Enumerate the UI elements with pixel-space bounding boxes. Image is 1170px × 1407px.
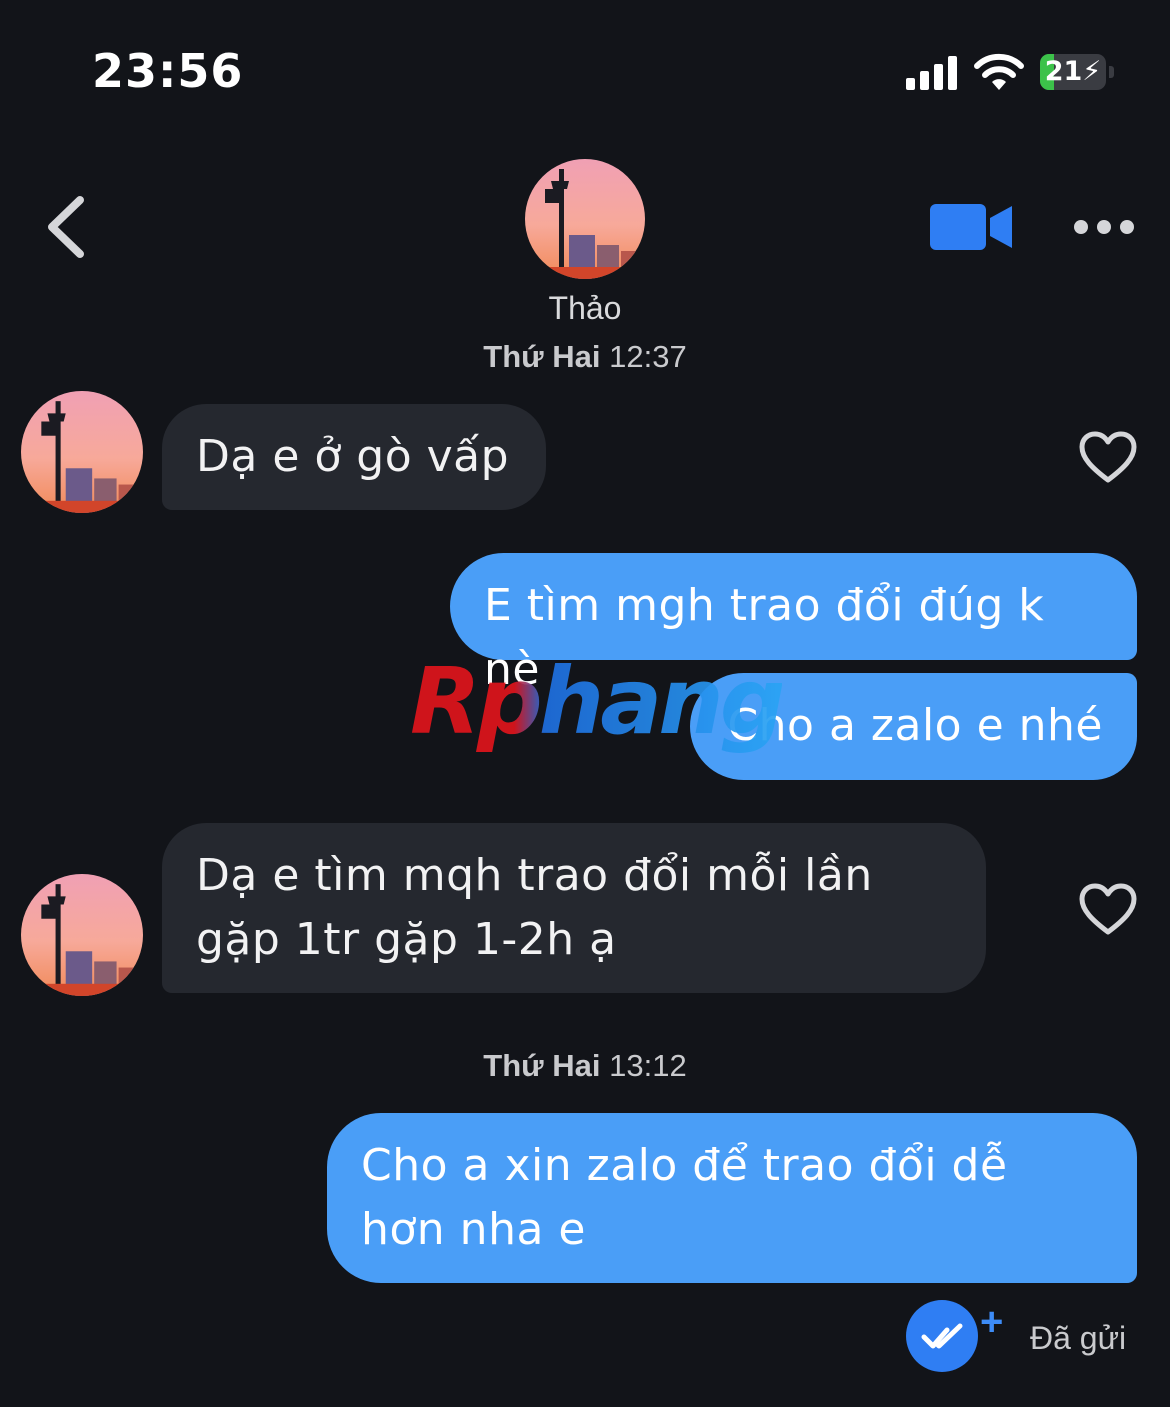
sent-status-label: Đã gửi xyxy=(1030,1320,1127,1356)
signal-icon xyxy=(906,56,957,90)
avatar-image xyxy=(21,874,143,996)
wifi-icon xyxy=(974,53,1024,90)
status-time: 23:56 xyxy=(92,44,244,98)
battery-nub xyxy=(1109,66,1114,78)
heart-react-icon[interactable] xyxy=(1078,430,1138,484)
plus-icon[interactable]: + xyxy=(980,1302,1003,1342)
avatar-image xyxy=(525,159,645,279)
battery-charging-icon: 21⚡ xyxy=(1040,54,1106,90)
sender-avatar[interactable] xyxy=(21,874,143,996)
message-bubble-outgoing[interactable]: E tìm mgh trao đổi đúg k nè xyxy=(450,553,1137,695)
timestamp-2: Thứ Hai 13:12 xyxy=(483,1048,687,1083)
watermark-logo: Rphang xyxy=(410,648,786,755)
contact-avatar[interactable] xyxy=(525,159,645,279)
heart-react-icon[interactable] xyxy=(1078,882,1138,936)
message-bubble-incoming[interactable]: Dạ e ở gò vấp xyxy=(162,404,546,510)
contact-name[interactable]: Thảo xyxy=(0,290,1170,327)
back-chevron-icon[interactable] xyxy=(40,192,90,262)
chat-screen: 23:56 21⚡ Thảo Thứ Hai 12:37 Dạ e ở gò v… xyxy=(0,0,1170,1407)
sender-avatar[interactable] xyxy=(21,391,143,513)
more-options-icon[interactable] xyxy=(1072,216,1136,238)
timestamp-1: Thứ Hai 12:37 xyxy=(483,339,687,370)
message-bubble-outgoing[interactable]: Cho a xin zalo để trao đổi dễ hơn nha e xyxy=(327,1113,1137,1283)
avatar-image xyxy=(21,391,143,513)
video-call-icon[interactable] xyxy=(928,200,1014,254)
battery-level: 21⚡ xyxy=(1044,56,1102,87)
seen-check-icon xyxy=(906,1300,978,1372)
message-bubble-incoming[interactable]: Dạ e tìm mqh trao đổi mỗi lần gặp 1tr gặ… xyxy=(162,823,986,993)
